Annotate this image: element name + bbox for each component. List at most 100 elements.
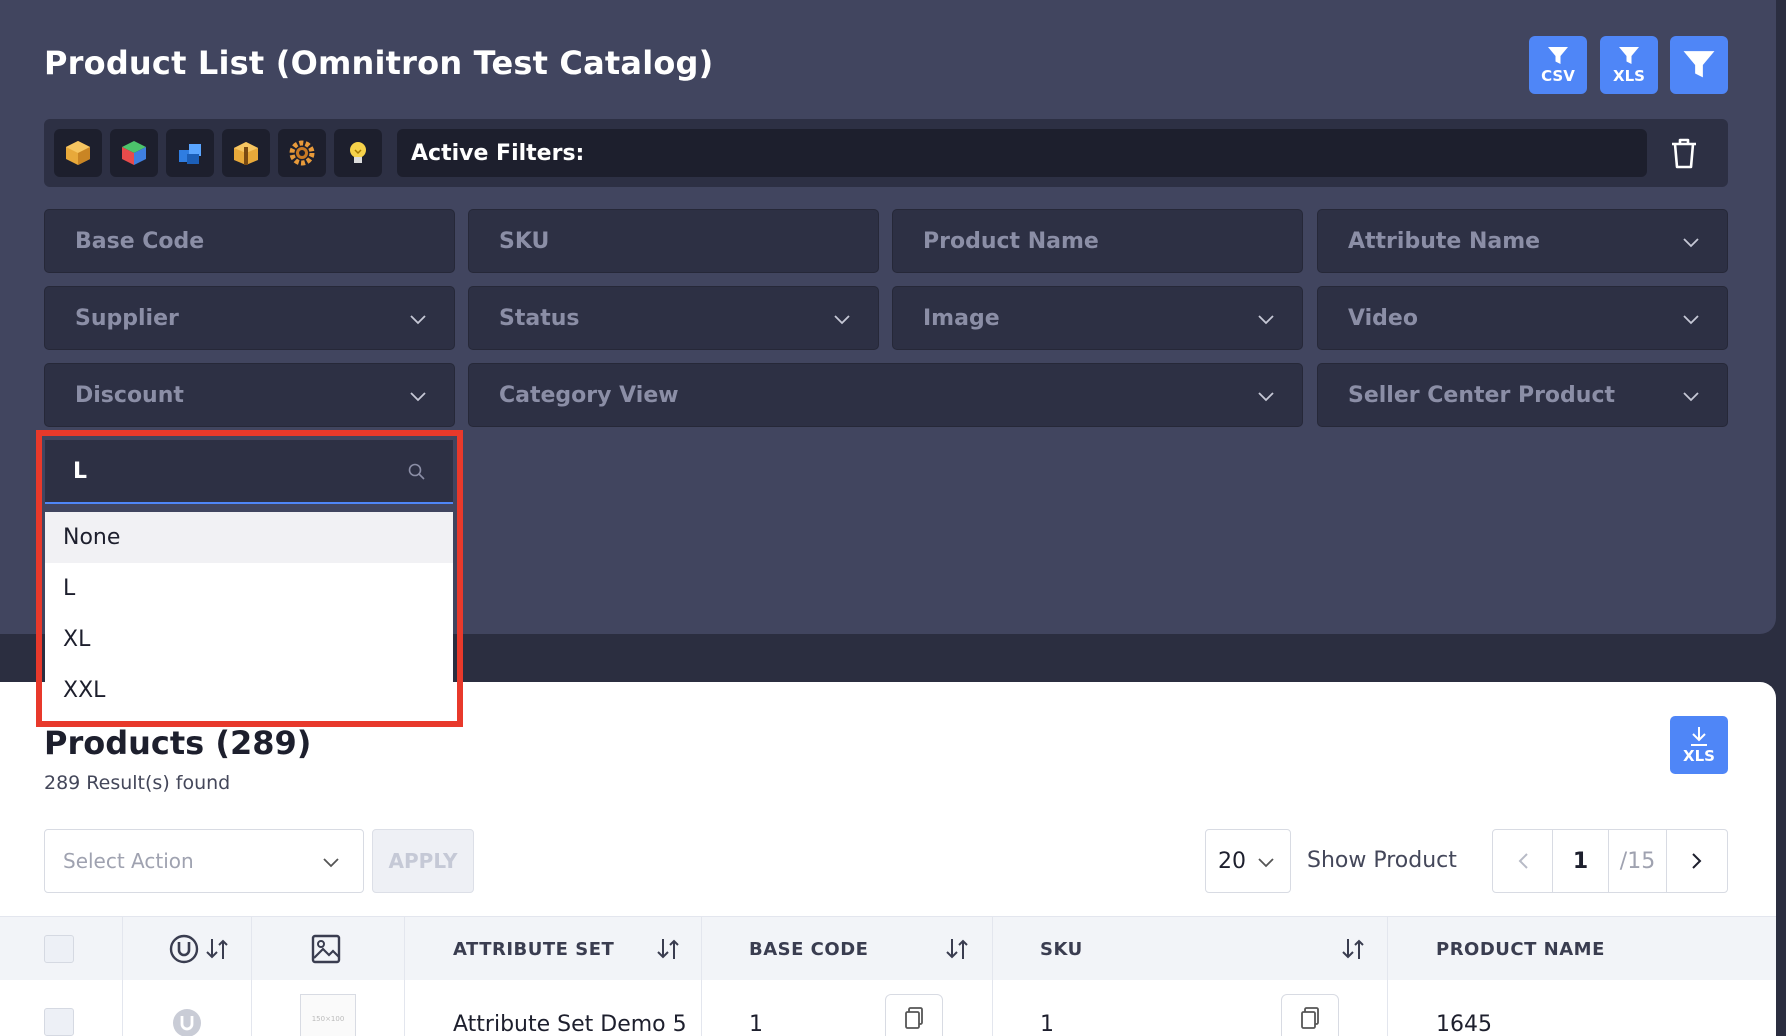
filter-icon bbox=[1683, 51, 1715, 78]
package-icon[interactable] bbox=[222, 129, 270, 177]
sort-icon bbox=[206, 939, 228, 959]
page-size-value: 20 bbox=[1218, 848, 1246, 874]
product-name-header[interactable]: PRODUCT NAME bbox=[1436, 917, 1605, 981]
page-size-select[interactable]: 20 bbox=[1205, 829, 1291, 893]
select-action-dropdown[interactable]: Select Action bbox=[44, 829, 364, 893]
status-select[interactable]: Status bbox=[468, 286, 879, 350]
discount-label: Discount bbox=[75, 382, 184, 408]
export-csv-button[interactable]: CSV bbox=[1529, 36, 1587, 94]
attribute-value-search[interactable]: L bbox=[45, 440, 453, 504]
base-code-input[interactable]: Base Code bbox=[44, 209, 455, 273]
prev-page-button[interactable] bbox=[1493, 830, 1553, 892]
search-value: L bbox=[73, 458, 88, 484]
download-xls-label: XLS bbox=[1683, 747, 1715, 765]
base-code-header[interactable]: BASE CODE bbox=[749, 917, 868, 981]
seller-center-product-label: Seller Center Product bbox=[1348, 382, 1616, 408]
show-product-label: Show Product bbox=[1307, 848, 1457, 873]
dropdown-option-none[interactable]: None bbox=[45, 512, 453, 563]
chevron-down-icon bbox=[323, 858, 339, 868]
dropdown-option-xxl[interactable]: XXL bbox=[45, 665, 453, 716]
seller-center-product-select[interactable]: Seller Center Product bbox=[1317, 363, 1728, 427]
video-select[interactable]: Video bbox=[1317, 286, 1728, 350]
attribute-name-select[interactable]: Attribute Name bbox=[1317, 209, 1728, 273]
discount-select[interactable]: Discount bbox=[44, 363, 455, 427]
chevron-down-icon bbox=[1683, 315, 1699, 325]
chevron-down-icon bbox=[1258, 392, 1274, 402]
active-filters-bar: Active Filters: bbox=[397, 129, 1647, 177]
sku-header-label: SKU bbox=[1040, 938, 1083, 960]
sort-icon[interactable] bbox=[944, 935, 972, 963]
copy-sku-button[interactable] bbox=[1281, 994, 1339, 1036]
product-name-input[interactable]: Product Name bbox=[892, 209, 1303, 273]
download-xls-button[interactable]: XLS bbox=[1670, 716, 1728, 774]
video-label: Video bbox=[1348, 305, 1418, 331]
base-code-header-label: BASE CODE bbox=[749, 938, 869, 960]
chevron-down-icon bbox=[1683, 392, 1699, 402]
product-name-header-label: PRODUCT NAME bbox=[1436, 938, 1605, 960]
image-select[interactable]: Image bbox=[892, 286, 1303, 350]
column-divider bbox=[122, 916, 123, 1036]
gear-icon[interactable] bbox=[278, 129, 326, 177]
dropdown-option-l[interactable]: L bbox=[45, 563, 453, 614]
trash-icon[interactable] bbox=[1664, 133, 1704, 173]
copy-icon bbox=[1301, 1007, 1319, 1029]
apply-button[interactable]: APPLY bbox=[372, 829, 474, 893]
attribute-set-header-label: ATTRIBUTE SET bbox=[453, 938, 615, 960]
chevron-down-icon bbox=[410, 392, 426, 402]
page-title: Product List (Omnitron Test Catalog) bbox=[44, 44, 714, 82]
blue-cubes-icon[interactable] bbox=[166, 129, 214, 177]
copy-base-code-button[interactable] bbox=[885, 994, 943, 1036]
filter-button[interactable] bbox=[1670, 36, 1728, 94]
copy-icon bbox=[905, 1007, 923, 1029]
filter-toolbar: Active Filters: bbox=[44, 119, 1728, 187]
next-page-button[interactable] bbox=[1667, 830, 1727, 892]
filter-icon bbox=[1548, 46, 1568, 64]
pagination: 1 /15 bbox=[1492, 829, 1728, 893]
attribute-name-label: Attribute Name bbox=[1348, 228, 1541, 254]
sku-cell: 1 bbox=[1040, 1012, 1054, 1036]
attribute-set-header[interactable]: ATTRIBUTE SET bbox=[453, 917, 614, 981]
chevron-right-icon bbox=[1692, 853, 1702, 869]
chevron-down-icon bbox=[1258, 315, 1274, 325]
column-divider bbox=[701, 916, 702, 1036]
row-checkbox[interactable] bbox=[44, 1008, 74, 1036]
results-count: 289 Result(s) found bbox=[44, 772, 231, 794]
dropdown-options: None L XL XXL bbox=[45, 512, 453, 721]
image-label: Image bbox=[923, 305, 1000, 331]
total-pages: /15 bbox=[1609, 830, 1667, 892]
export-xls-label: XLS bbox=[1613, 66, 1645, 85]
chevron-down-icon bbox=[1683, 238, 1699, 248]
category-view-select[interactable]: Category View bbox=[468, 363, 1303, 427]
chevron-left-icon bbox=[1518, 853, 1528, 869]
column-divider bbox=[1387, 916, 1388, 1036]
select-all-checkbox[interactable] bbox=[44, 935, 74, 963]
select-action-placeholder: Select Action bbox=[63, 849, 194, 873]
supplier-label: Supplier bbox=[75, 305, 179, 331]
download-icon bbox=[1691, 727, 1707, 746]
products-panel: Products (289) 289 Result(s) found XLS S… bbox=[0, 682, 1776, 1036]
column-divider bbox=[404, 916, 405, 1036]
supplier-select[interactable]: Supplier bbox=[44, 286, 455, 350]
current-page: 1 bbox=[1553, 830, 1609, 892]
sort-icon[interactable] bbox=[1340, 935, 1368, 963]
export-xls-button[interactable]: XLS bbox=[1600, 36, 1658, 94]
channel-sort-header[interactable] bbox=[168, 917, 232, 981]
chevron-down-icon bbox=[834, 315, 850, 325]
sku-input[interactable]: SKU bbox=[468, 209, 879, 273]
lightbulb-icon[interactable] bbox=[334, 129, 382, 177]
filter-icon bbox=[1619, 46, 1639, 64]
export-csv-label: CSV bbox=[1541, 66, 1575, 85]
column-divider bbox=[992, 916, 993, 1036]
search-icon bbox=[408, 463, 425, 480]
product-box-icon[interactable] bbox=[54, 129, 102, 177]
sku-header[interactable]: SKU bbox=[1040, 917, 1083, 981]
product-name-cell: 1645 bbox=[1436, 1012, 1492, 1036]
color-cube-icon[interactable] bbox=[110, 129, 158, 177]
chevron-down-icon bbox=[1258, 858, 1274, 868]
sort-icon[interactable] bbox=[655, 935, 683, 963]
attribute-set-cell: Attribute Set Demo 5 bbox=[453, 1012, 687, 1036]
status-label: Status bbox=[499, 305, 580, 331]
dropdown-option-xl[interactable]: XL bbox=[45, 614, 453, 665]
category-view-label: Category View bbox=[499, 382, 679, 408]
product-thumbnail[interactable]: 150×100 bbox=[300, 994, 356, 1036]
